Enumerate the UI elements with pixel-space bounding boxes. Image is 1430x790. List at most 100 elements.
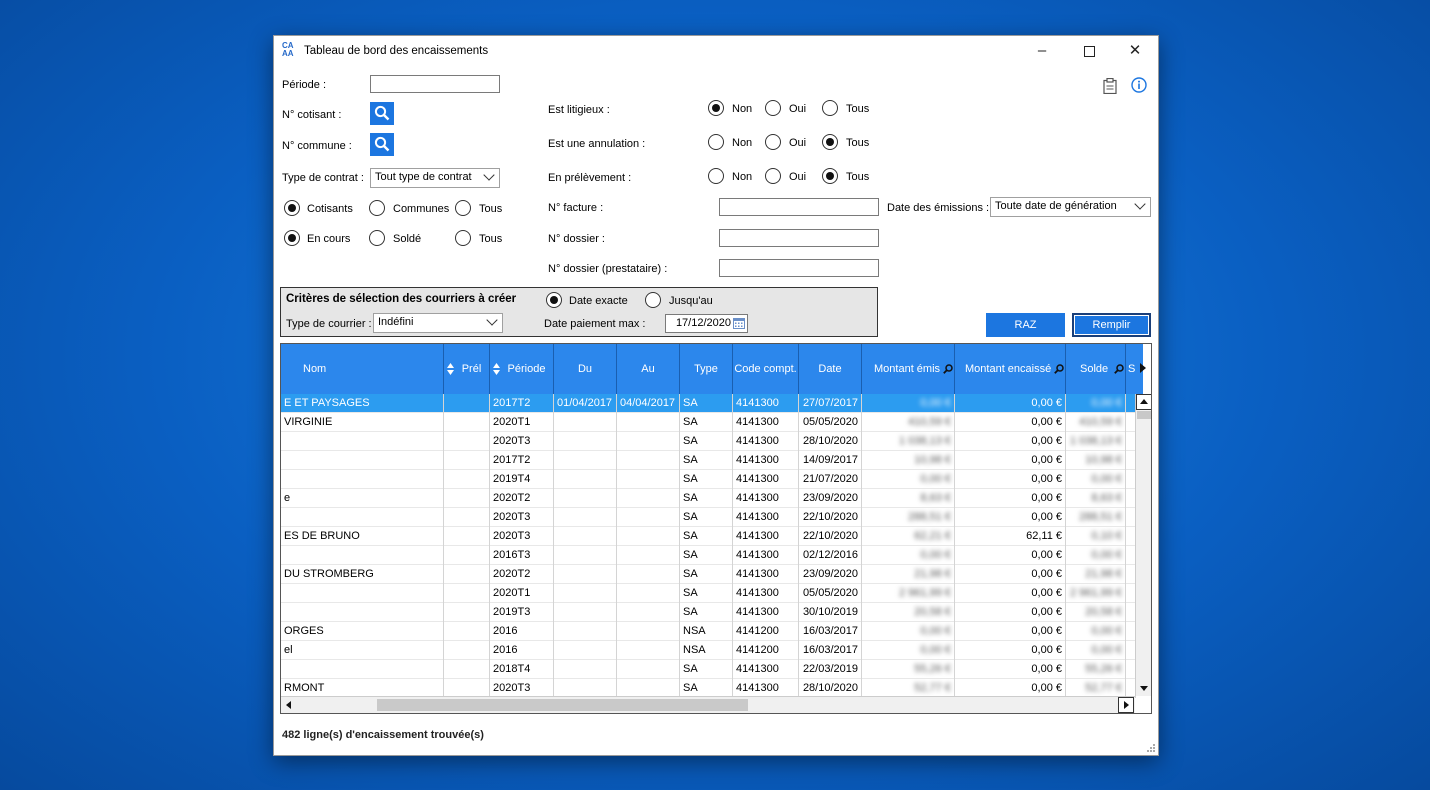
- cell-date: 23/09/2020: [799, 489, 862, 508]
- col-montant-emis[interactable]: Montant émis: [862, 344, 955, 394]
- table-row[interactable]: ORGES 2016 NSA 4141200 16/03/2017 0,00 € 0,00 …: [281, 622, 1136, 641]
- vertical-scrollbar[interactable]: [1135, 394, 1151, 696]
- type-courrier-select[interactable]: Indéfini: [373, 313, 503, 333]
- radio-annulation-tous[interactable]: [822, 134, 838, 150]
- dossier-prestataire-input[interactable]: [719, 259, 879, 277]
- clipboard-icon[interactable]: [1103, 77, 1117, 95]
- scroll-right-header-icon[interactable]: [1140, 363, 1146, 373]
- col-au[interactable]: Au: [617, 344, 680, 394]
- radio-etat-tous[interactable]: [455, 230, 471, 246]
- app-window: CA AA Tableau de bord des encaissements …: [273, 35, 1159, 756]
- type-contrat-select[interactable]: Tout type de contrat: [370, 168, 500, 188]
- radio-date-exacte[interactable]: [546, 292, 562, 308]
- table-row[interactable]: 2020T3 SA 4141300 22/10/2020 288,51 € 0,00 € 2…: [281, 508, 1136, 527]
- cell-nom: ES DE BRUNO: [281, 527, 444, 546]
- emissions-select[interactable]: Toute date de génération: [990, 197, 1151, 217]
- table-row[interactable]: 2017T2 SA 4141300 14/09/2017 10,98 € 0,00 € 10…: [281, 451, 1136, 470]
- col-solde[interactable]: Solde: [1066, 344, 1126, 394]
- table-row[interactable]: ES DE BRUNO 2020T3 SA 4141300 22/10/2020 62,2…: [281, 527, 1136, 546]
- table-row[interactable]: VIRGINIE 2020T1 SA 4141300 05/05/2020 410,59 …: [281, 413, 1136, 432]
- cell-montant-emis-value: 10,98 €: [914, 454, 951, 466]
- radio-prelevement-tous[interactable]: [822, 168, 838, 184]
- facture-label: N° facture :: [548, 202, 604, 214]
- cell-montant-emis: 21,98 €: [862, 565, 955, 584]
- cell-au: [617, 584, 680, 603]
- cell-montant-encaisse: 0,00 €: [955, 413, 1066, 432]
- table-row[interactable]: 2018T4 SA 4141300 22/03/2019 55,26 € 0,00 € 55…: [281, 660, 1136, 679]
- arrow-up-icon: [1140, 399, 1148, 404]
- radio-cotisants-tous[interactable]: [455, 200, 471, 216]
- remplir-button[interactable]: Remplir: [1072, 313, 1151, 337]
- scroll-left-button[interactable]: [281, 697, 297, 713]
- radio-prelevement-non[interactable]: [708, 168, 724, 184]
- radio-jusqu-au[interactable]: [645, 292, 661, 308]
- col-code-compt[interactable]: Code compt.: [733, 344, 799, 394]
- radio-annulation-oui-label: Oui: [789, 137, 807, 149]
- cell-solde-value: 0,10 €: [1091, 530, 1122, 542]
- horizontal-scroll-thumb[interactable]: [377, 699, 748, 711]
- radio-etat-tous-label: Tous: [479, 233, 503, 245]
- radio-litigieux-oui[interactable]: [765, 100, 781, 116]
- radio-en-cours[interactable]: [284, 230, 300, 246]
- table-row[interactable]: 2016T3 SA 4141300 02/12/2016 0,00 € 0,00 € 0,0…: [281, 546, 1136, 565]
- cotisant-label: N° cotisant :: [282, 109, 342, 121]
- table-row[interactable]: el 2016 NSA 4141200 16/03/2017 0,00 € 0,00 € 0,…: [281, 641, 1136, 660]
- radio-cotisants[interactable]: [284, 200, 300, 216]
- table-row[interactable]: e 2020T2 SA 4141300 23/09/2020 8,63 € 0,00 € 8,…: [281, 489, 1136, 508]
- dossier-input[interactable]: [719, 229, 879, 247]
- scroll-up-button[interactable]: [1136, 394, 1151, 410]
- col-montant-encaisse[interactable]: Montant encaissé: [955, 344, 1066, 394]
- resize-grip-icon[interactable]: [1146, 743, 1156, 753]
- search-icon: [943, 364, 953, 374]
- col-periode[interactable]: Période: [490, 344, 554, 394]
- calendar-icon[interactable]: [733, 317, 745, 329]
- cell-periode: 2020T1: [490, 413, 554, 432]
- col-date[interactable]: Date: [799, 344, 862, 394]
- cell-prel: [444, 584, 490, 603]
- radio-prelevement-oui[interactable]: [765, 168, 781, 184]
- table-row[interactable]: DU STROMBERG 2020T2 SA 4141300 23/09/2020 21,…: [281, 565, 1136, 584]
- vertical-scroll-thumb[interactable]: [1137, 411, 1151, 419]
- periode-input[interactable]: [370, 75, 500, 93]
- cell-au: [617, 432, 680, 451]
- cell-periode: 2020T2: [490, 565, 554, 584]
- table-row[interactable]: E ET PAYSAGES 2017T2 01/04/2017 04/04/2017 S…: [281, 394, 1136, 413]
- table-row[interactable]: 2019T4 SA 4141300 21/07/2020 0,00 € 0,00 € 0,0…: [281, 470, 1136, 489]
- cotisant-search-button[interactable]: [370, 102, 394, 125]
- cell-nom: el: [281, 641, 444, 660]
- raz-button[interactable]: RAZ: [986, 313, 1065, 337]
- facture-input[interactable]: [719, 198, 879, 216]
- commune-search-button[interactable]: [370, 133, 394, 156]
- radio-solde[interactable]: [369, 230, 385, 246]
- scroll-right-button[interactable]: [1118, 697, 1134, 713]
- radio-annulation-oui[interactable]: [765, 134, 781, 150]
- radio-cotisants-label: Cotisants: [307, 203, 353, 215]
- table-row[interactable]: 2019T3 SA 4141300 30/10/2019 20,58 € 0,00 € 20…: [281, 603, 1136, 622]
- info-icon[interactable]: [1131, 77, 1147, 93]
- scroll-down-button[interactable]: [1136, 680, 1151, 696]
- cell-prel: [444, 527, 490, 546]
- radio-litigieux-non[interactable]: [708, 100, 724, 116]
- minimize-button[interactable]: –: [1019, 36, 1065, 66]
- col-prel[interactable]: Prél: [444, 344, 490, 394]
- cell-date: 28/10/2020: [799, 432, 862, 451]
- radio-litigieux-tous[interactable]: [822, 100, 838, 116]
- cell-code-compt: 4141300: [733, 470, 799, 489]
- radio-annulation-non[interactable]: [708, 134, 724, 150]
- horizontal-scrollbar[interactable]: [281, 696, 1135, 713]
- col-periode-label: Période: [507, 363, 546, 375]
- cell-montant-encaisse: 0,00 €: [955, 470, 1066, 489]
- col-type[interactable]: Type: [680, 344, 733, 394]
- table-row[interactable]: 2020T3 SA 4141300 28/10/2020 1 038,13 € 0,00 …: [281, 432, 1136, 451]
- cell-code-compt: 4141300: [733, 546, 799, 565]
- cell-date: 14/09/2017: [799, 451, 862, 470]
- maximize-button[interactable]: [1066, 36, 1112, 66]
- close-button[interactable]: ✕: [1112, 36, 1158, 66]
- col-nom[interactable]: Nom: [281, 344, 444, 394]
- col-du[interactable]: Du: [554, 344, 617, 394]
- cell-solde: 1 038,13 €: [1066, 432, 1126, 451]
- table-row[interactable]: 2020T1 SA 4141300 05/05/2020 2 961,99 € 0,00 …: [281, 584, 1136, 603]
- radio-communes[interactable]: [369, 200, 385, 216]
- cell-du: [554, 660, 617, 679]
- cell-type: NSA: [680, 641, 733, 660]
